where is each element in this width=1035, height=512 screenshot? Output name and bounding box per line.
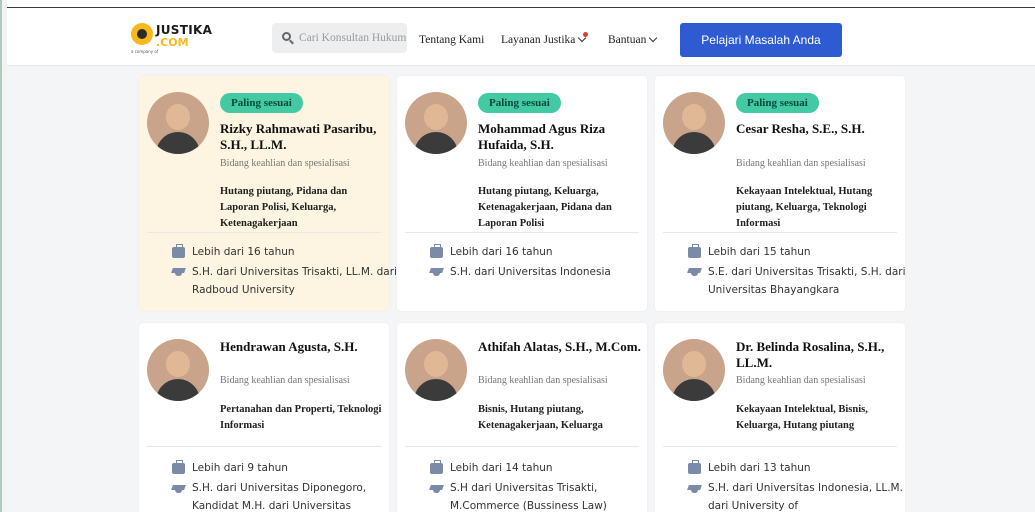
nav-label: Layanan Justika (501, 34, 576, 46)
card-divider (663, 446, 897, 447)
experience-text: Lebih dari 9 tahun (192, 462, 288, 474)
lawyer-card[interactable]: Paling sesuai Mohammad Agus Riza Hufaida… (397, 76, 647, 311)
specialization-value: Kekayaan Intelektual, Hutang piutang, Ke… (736, 186, 873, 229)
card-divider (405, 446, 639, 447)
briefcase-icon (688, 460, 701, 474)
graduation-cap-icon (430, 483, 443, 494)
notification-dot-icon (583, 32, 589, 37)
avatar (147, 92, 209, 154)
nav-bantuan[interactable]: Bantuan (608, 33, 658, 46)
card-divider (147, 232, 381, 233)
specialization-value: Hutang piutang, Pidana dan Laporan Polis… (220, 186, 348, 229)
briefcase-icon (172, 460, 185, 474)
lawyer-name: Athifah Alatas, S.H., M.Com. (478, 339, 641, 354)
graduation-cap-icon (172, 483, 185, 494)
avatar (663, 92, 725, 154)
top-navigation-bar: JUSTIKA .COM a company of Tentang Kami L… (7, 7, 1035, 66)
experience-text: Lebih dari 15 tahun (708, 246, 811, 258)
education-text: S.H dari Universitas Trisakti, M.Commerc… (450, 482, 607, 512)
specialization-value: Pertanahan dan Properti, Teknologi Infor… (220, 404, 382, 431)
lawyer-name: Rizky Rahmawati Pasaribu, S.H., LL.M. (220, 121, 377, 152)
card-divider (147, 446, 381, 447)
graduation-cap-icon (688, 483, 701, 494)
lawyer-card[interactable]: Dr. Belinda Rosalina, S.H., LL.M. Bidang… (655, 323, 905, 512)
avatar (405, 92, 467, 154)
logo-subtext: .COM (156, 36, 189, 49)
card-divider (663, 232, 897, 233)
avatar (147, 339, 209, 401)
specialization-label: Bidang keahlian dan spesialisasi (478, 158, 608, 169)
specialization-label: Bidang keahlian dan spesialisasi (220, 158, 350, 169)
lawyer-card[interactable]: Athifah Alatas, S.H., M.Com. Bidang keah… (397, 323, 647, 512)
education-text: S.E. dari Universitas Trisakti, S.H. dar… (708, 266, 906, 296)
experience-text: Lebih dari 14 tahun (450, 462, 553, 474)
search-input[interactable] (299, 23, 407, 53)
experience-text: Lebih dari 16 tahun (192, 246, 295, 258)
education-text: S.H. dari Universitas Trisakti, LL.M. da… (192, 266, 397, 296)
logo-mark-icon (131, 23, 153, 45)
specialization-value: Hutang piutang, Keluarga, Ketenagakerjaa… (478, 186, 612, 229)
nav-layanan-justika[interactable]: Layanan Justika (501, 32, 590, 46)
logo-tagline: a company of (131, 49, 159, 54)
best-match-badge: Paling sesuai (736, 93, 819, 113)
specialization-value: Kekayaan Intelektual, Bisnis, Keluarga, … (736, 404, 868, 431)
lawyer-name: Dr. Belinda Rosalina, S.H., LL.M. (736, 339, 885, 370)
lawyer-list: Paling sesuai Rizky Rahmawati Pasaribu, … (7, 66, 1035, 512)
avatar (663, 339, 725, 401)
justika-logo[interactable]: JUSTIKA .COM a company of (131, 22, 221, 56)
nav-tentang-kami[interactable]: Tentang Kami (419, 34, 484, 46)
graduation-cap-icon (172, 266, 185, 277)
specialization-label: Bidang keahlian dan spesialisasi (736, 158, 866, 169)
specialization-value: Bisnis, Hutang piutang, Ketenagakerjaan,… (478, 404, 603, 431)
lawyer-name: Mohammad Agus Riza Hufaida, S.H. (478, 121, 606, 152)
education-text: S.H. dari Universitas Indonesia (450, 266, 611, 278)
experience-text: Lebih dari 16 tahun (450, 246, 553, 258)
lawyer-name: Cesar Resha, S.E., S.H. (736, 121, 865, 136)
logo-text: JUSTIKA (156, 23, 213, 37)
card-divider (405, 232, 639, 233)
education-text: S.H. dari Universitas Indonesia, LL.M. d… (708, 482, 903, 512)
briefcase-icon (430, 460, 443, 474)
briefcase-icon (688, 244, 701, 258)
education-text: S.H. dari Universitas Diponegoro, Kandid… (192, 482, 367, 512)
lawyer-name: Hendrawan Agusta, S.H. (220, 339, 358, 354)
experience-text: Lebih dari 13 tahun (708, 462, 811, 474)
briefcase-icon (172, 244, 185, 258)
best-match-badge: Paling sesuai (478, 93, 561, 113)
lawyer-card[interactable]: Hendrawan Agusta, S.H. Bidang keahlian d… (139, 323, 389, 512)
graduation-cap-icon (688, 266, 701, 277)
cta-label: Pelajari Masalah Anda (701, 33, 821, 47)
lawyer-card[interactable]: Paling sesuai Rizky Rahmawati Pasaribu, … (139, 76, 397, 311)
specialization-label: Bidang keahlian dan spesialisasi (478, 375, 608, 386)
chevron-down-icon (649, 33, 658, 43)
specialization-label: Bidang keahlian dan spesialisasi (736, 375, 866, 386)
search-box[interactable] (272, 23, 407, 53)
avatar (405, 339, 467, 401)
specialization-label: Bidang keahlian dan spesialisasi (220, 375, 350, 386)
nav-label: Bantuan (608, 34, 647, 46)
briefcase-icon (430, 244, 443, 258)
nav-label: Tentang Kami (419, 34, 485, 46)
lawyer-card[interactable]: Paling sesuai Cesar Resha, S.E., S.H. Bi… (655, 76, 906, 311)
learn-problem-button[interactable]: Pelajari Masalah Anda (680, 23, 842, 57)
best-match-badge: Paling sesuai (220, 93, 303, 113)
search-icon (282, 32, 291, 41)
graduation-cap-icon (430, 266, 443, 277)
